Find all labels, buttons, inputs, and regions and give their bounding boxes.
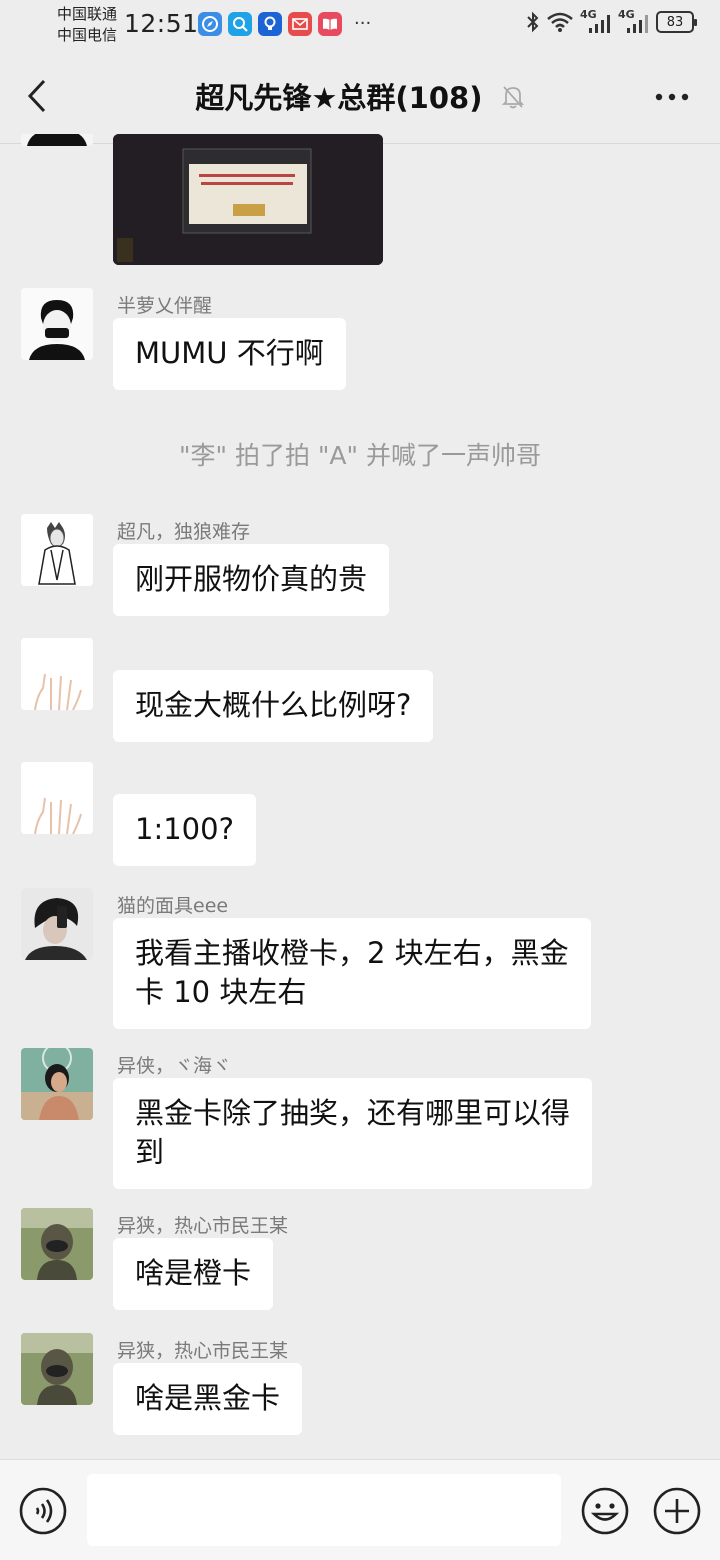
avatar[interactable] (21, 1208, 93, 1280)
message-text: 刚开服物价真的贵 (135, 562, 368, 596)
book-app-icon (318, 12, 342, 36)
system-icons: 4G 4G 83 (526, 8, 697, 34)
chat-header: 超凡先锋★总群(108) (0, 50, 720, 144)
pat-system-notice: "李" 拍了拍 "A" 并喊了一声帅哥 (179, 441, 541, 470)
more-functions-button[interactable] (653, 1487, 701, 1535)
avatar[interactable] (21, 762, 93, 834)
sender-name: 异侠，ヾ海ヾ (117, 1055, 232, 1077)
message-bubble[interactable]: 刚开服物价真的贵 (113, 544, 390, 616)
clock: 12:51 (124, 9, 199, 38)
message-text-line: 到 (135, 1135, 165, 1169)
voice-input-button[interactable] (19, 1487, 67, 1535)
plus-icon (653, 1487, 701, 1535)
avatar[interactable] (21, 1048, 93, 1120)
signal-1-icon: 4G (580, 8, 612, 34)
search-app-icon (228, 12, 252, 36)
message-text-line: 黑金卡除了抽奖，还有哪里可以得 (135, 1096, 571, 1130)
wifi-icon (547, 12, 573, 32)
message-list[interactable]: 半萝乂伴醒 MUMU 不行啊 "李" 拍了拍 "A" 并喊了一声帅哥 超凡，独狼… (0, 134, 720, 1459)
avatar[interactable] (21, 1333, 93, 1405)
screenshot-image[interactable] (113, 134, 383, 265)
input-bar (0, 1459, 720, 1560)
emoji-button[interactable] (581, 1487, 629, 1535)
message-text: 1:100? (135, 812, 234, 846)
signal-2-icon: 4G (618, 8, 650, 34)
message-bubble[interactable]: 1:100? (113, 794, 256, 866)
sender-name: 超凡，独狼难存 (117, 521, 251, 543)
more-notifications-icon: ··· (354, 13, 372, 34)
sender-name: 半萝乂伴醒 (117, 295, 213, 317)
message-bubble[interactable]: 我看主播收橙卡，2 块左右，黑金 卡 10 块左右 (113, 918, 591, 1029)
message-input[interactable] (87, 1474, 561, 1546)
emoji-icon (581, 1487, 629, 1535)
message-text-line: 我看主播收橙卡，2 块左右，黑金 (135, 936, 569, 970)
avatar[interactable] (21, 514, 93, 586)
avatar[interactable] (21, 288, 93, 360)
message-text: 啥是橙卡 (135, 1256, 252, 1290)
message-text: MUMU 不行啊 (135, 336, 324, 370)
avatar[interactable] (21, 134, 93, 146)
voice-icon (19, 1487, 67, 1535)
more-dots-icon (655, 93, 689, 101)
carrier-1: 中国联通 (57, 5, 118, 23)
battery-level: 83 (666, 14, 684, 30)
message-bubble[interactable]: 黑金卡除了抽奖，还有哪里可以得 到 (113, 1078, 593, 1189)
notification-icons: ··· (198, 12, 371, 36)
carrier-names: 中国联通 中国电信 (57, 4, 117, 46)
sender-name: 异狭，热心市民王某 (117, 1340, 289, 1362)
sender-name: 异狭，热心市民王某 (117, 1215, 289, 1237)
group-name: 超凡先锋★总群(108) (195, 81, 483, 115)
message-bubble[interactable]: 啥是黑金卡 (113, 1363, 303, 1435)
bulb-app-icon (258, 12, 282, 36)
message-bubble[interactable]: 啥是橙卡 (113, 1238, 274, 1310)
mail-app-icon (288, 12, 312, 36)
carrier-2: 中国电信 (57, 26, 118, 44)
status-bar: 中国联通 中国电信 12:51 ··· 4G 4G 83 (0, 0, 720, 50)
mute-bell-icon (501, 83, 525, 117)
compass-app-icon (198, 12, 222, 36)
more-options-button[interactable] (652, 84, 692, 110)
message-bubble[interactable]: MUMU 不行啊 (113, 318, 346, 390)
message-bubble[interactable]: 现金大概什么比例呀? (113, 670, 434, 742)
battery-indicator: 83 (656, 11, 697, 33)
avatar[interactable] (21, 638, 93, 710)
chat-title: 超凡先锋★总群(108) (0, 75, 720, 117)
bluetooth-icon (527, 11, 539, 33)
message-text: 啥是黑金卡 (135, 1381, 281, 1415)
avatar[interactable] (21, 888, 93, 960)
sender-name: 猫的面具eee (117, 895, 229, 917)
message-text-line: 卡 10 块左右 (135, 975, 307, 1009)
message-text: 现金大概什么比例呀? (135, 688, 412, 722)
